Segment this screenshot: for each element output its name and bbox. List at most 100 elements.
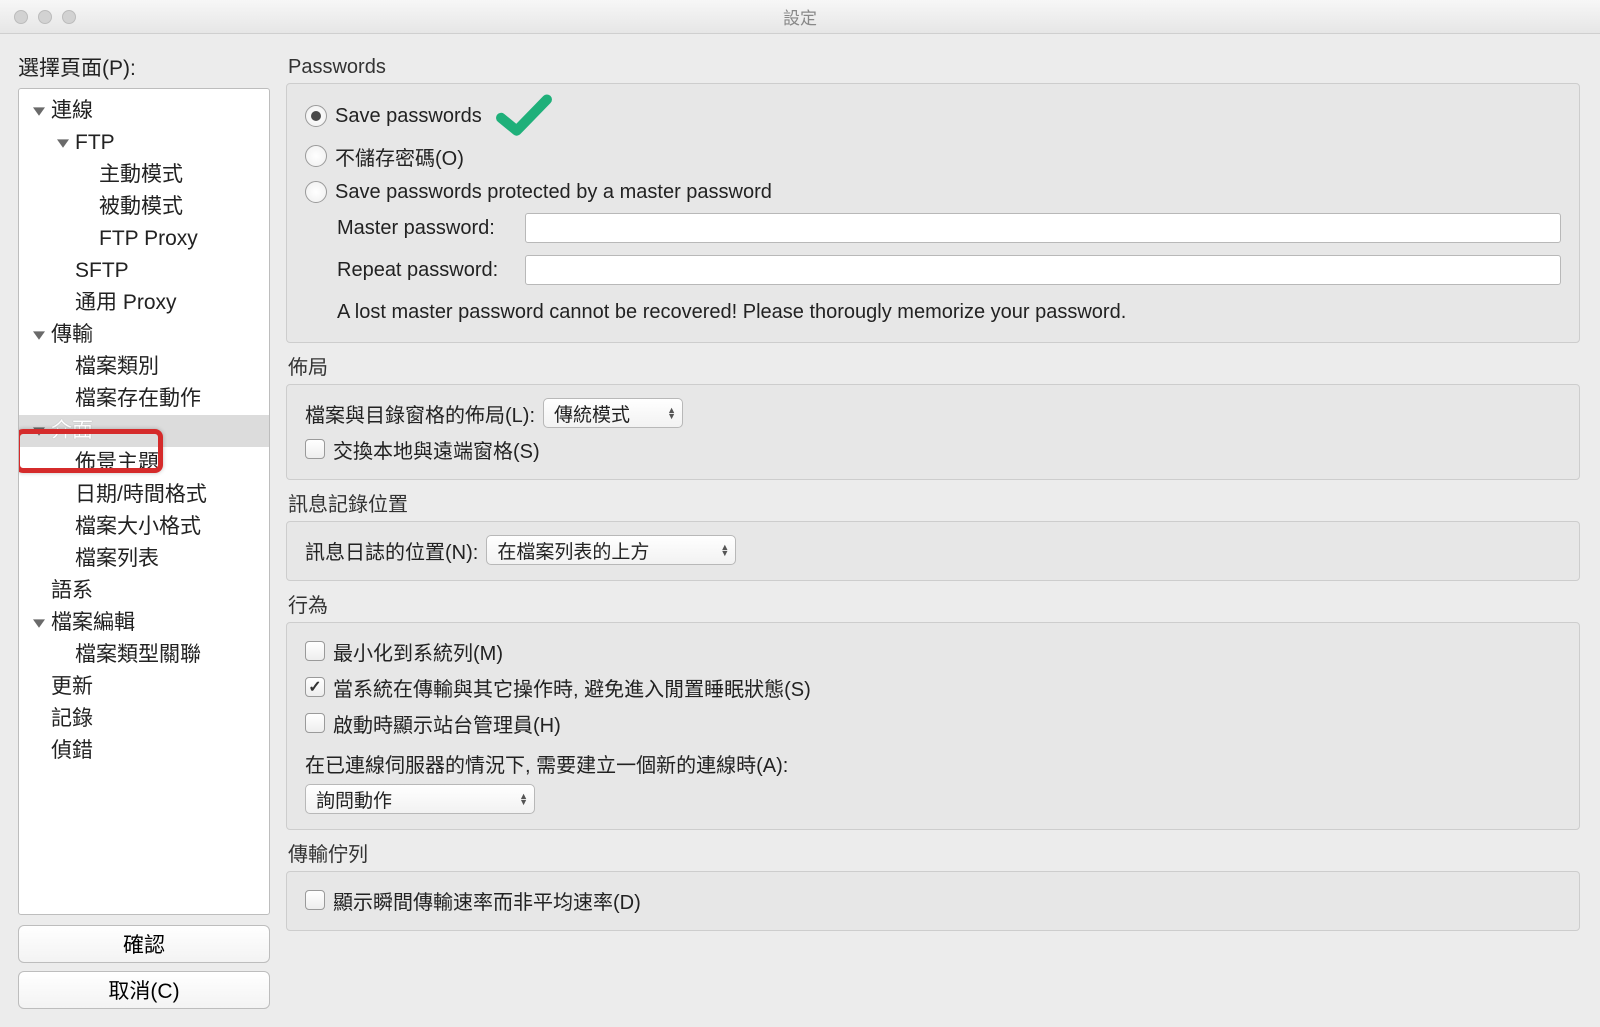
master-password-row: Master password: <box>305 210 1561 246</box>
group-behavior: 行為 最小化到系統列(M) 當系統在傳輸與其它操作時, 避免進入閒置睡眠狀態(S… <box>286 589 1580 830</box>
tree-label: 檔案類型關聯 <box>75 638 201 672</box>
tree-label: 記錄 <box>51 702 93 736</box>
select-value: 在檔案列表的上方 <box>497 537 649 564</box>
master-password-input[interactable] <box>525 213 1561 243</box>
titlebar: 設定 <box>0 0 1600 34</box>
disclosure-icon[interactable] <box>31 327 47 343</box>
page-tree[interactable]: 連線 FTP 主動模式 被動模式 FTP Proxy SFTP 通用 Proxy… <box>18 88 270 915</box>
checkbox-icon[interactable] <box>305 439 325 459</box>
new-connection-action-select[interactable]: 詢問動作 ▲▼ <box>305 784 535 814</box>
checkbox-icon[interactable] <box>305 713 325 733</box>
checkmark-icon <box>496 94 552 138</box>
tree-item-language[interactable]: 語系 <box>19 575 269 607</box>
tree-item-file-assoc[interactable]: 檔案類型關聯 <box>19 639 269 671</box>
tree-label: 佈景主題 <box>75 446 159 480</box>
disclosure-icon[interactable] <box>31 615 47 631</box>
momentary-speed-checkbox[interactable]: 顯示瞬間傳輸速率而非平均速率(D) <box>305 882 1561 918</box>
checkbox-icon[interactable] <box>305 641 325 661</box>
tree-label: 檔案類別 <box>75 350 159 384</box>
tree-label: 連線 <box>51 94 93 128</box>
radio-icon[interactable] <box>305 145 327 167</box>
checkbox-label: 啟動時顯示站台管理員(H) <box>333 709 561 738</box>
repeat-password-row: Repeat password: <box>305 252 1561 288</box>
radio-label: Save passwords <box>335 105 482 128</box>
tree-item-sftp[interactable]: SFTP <box>19 255 269 287</box>
radio-save-passwords[interactable]: Save passwords <box>305 94 1561 138</box>
radio-label: 不儲存密碼(O) <box>335 142 464 171</box>
prevent-sleep-checkbox[interactable]: 當系統在傳輸與其它操作時, 避免進入閒置睡眠狀態(S) <box>305 669 1561 705</box>
group-transfer-queue: 傳輸佇列 顯示瞬間傳輸速率而非平均速率(D) <box>286 838 1580 931</box>
show-sitemanager-checkbox[interactable]: 啟動時顯示站台管理員(H) <box>305 705 1561 741</box>
tree-label: 傳輸 <box>51 318 93 352</box>
updown-icon: ▲▼ <box>720 544 729 556</box>
disclosure-icon[interactable] <box>31 423 47 439</box>
tree-item-ftp[interactable]: FTP <box>19 127 269 159</box>
minimize-to-tray-checkbox[interactable]: 最小化到系統列(M) <box>305 633 1561 669</box>
checkbox-icon[interactable] <box>305 890 325 910</box>
swap-panes-checkbox[interactable]: 交換本地與遠端窗格(S) <box>305 431 1561 467</box>
radio-master-password[interactable]: Save passwords protected by a master pas… <box>305 174 1561 210</box>
message-log-position-select[interactable]: 在檔案列表的上方 ▲▼ <box>486 535 736 565</box>
group-title: 傳輸佇列 <box>288 838 1580 867</box>
radio-label: Save passwords protected by a master pas… <box>335 181 772 204</box>
radio-icon[interactable] <box>305 181 327 203</box>
tree-label: 語系 <box>51 574 93 608</box>
sidebar: 選擇頁面(P): 連線 FTP 主動模式 被動模式 FTP Proxy SFTP… <box>0 34 280 1027</box>
tree-item-file-editing[interactable]: 檔案編輯 <box>19 607 269 639</box>
updown-icon: ▲▼ <box>519 793 528 805</box>
tree-item-filesize[interactable]: 檔案大小格式 <box>19 511 269 543</box>
tree-item-connection[interactable]: 連線 <box>19 95 269 127</box>
tree-item-themes[interactable]: 佈景主題 <box>19 447 269 479</box>
tree-item-file-types[interactable]: 檔案類別 <box>19 351 269 383</box>
settings-panel: Passwords Save passwords 不儲存密碼(O) Save p… <box>280 34 1600 1027</box>
tree-item-debug[interactable]: 偵錯 <box>19 735 269 767</box>
pane-layout-select[interactable]: 傳統模式 ▲▼ <box>543 398 683 428</box>
tree-item-update[interactable]: 更新 <box>19 671 269 703</box>
tree-label: 檔案存在動作 <box>75 382 201 416</box>
tree-label: 日期/時間格式 <box>75 478 207 512</box>
field-label: 檔案與目錄窗格的佈局(L): <box>305 399 535 428</box>
tree-label: 檔案編輯 <box>51 606 135 640</box>
repeat-password-input[interactable] <box>525 255 1561 285</box>
disclosure-icon[interactable] <box>31 103 47 119</box>
tree-item-generic-proxy[interactable]: 通用 Proxy <box>19 287 269 319</box>
tree-label: 偵錯 <box>51 734 93 768</box>
group-message-log: 訊息記錄位置 訊息日誌的位置(N): 在檔案列表的上方 ▲▼ <box>286 488 1580 581</box>
field-label: Master password: <box>337 217 517 240</box>
radio-dont-save-passwords[interactable]: 不儲存密碼(O) <box>305 138 1561 174</box>
group-passwords: Passwords Save passwords 不儲存密碼(O) Save p… <box>286 56 1580 343</box>
tree-item-file-exists[interactable]: 檔案存在動作 <box>19 383 269 415</box>
warning-text: A lost master password cannot be recover… <box>337 301 1126 324</box>
tree-label: SFTP <box>75 254 129 288</box>
tree-item-logging[interactable]: 記錄 <box>19 703 269 735</box>
group-layout: 佈局 檔案與目錄窗格的佈局(L): 傳統模式 ▲▼ 交換本地與遠端窗格(S) <box>286 351 1580 480</box>
group-title: Passwords <box>288 56 1580 79</box>
disclosure-icon[interactable] <box>55 135 71 151</box>
ok-button[interactable]: 確認 <box>18 925 270 963</box>
radio-icon[interactable] <box>305 105 327 127</box>
tree-label: 通用 Proxy <box>75 286 177 320</box>
field-label: 訊息日誌的位置(N): <box>305 536 478 565</box>
select-value: 傳統模式 <box>554 400 630 427</box>
sidebar-label: 選擇頁面(P): <box>18 52 270 82</box>
tree-label: 檔案列表 <box>75 542 159 576</box>
tree-item-transfer[interactable]: 傳輸 <box>19 319 269 351</box>
tree-item-passive-mode[interactable]: 被動模式 <box>19 191 269 223</box>
tree-item-interface[interactable]: 介面 <box>19 415 269 447</box>
tree-item-datetime[interactable]: 日期/時間格式 <box>19 479 269 511</box>
select-value: 詢問動作 <box>316 786 392 813</box>
tree-item-filelist[interactable]: 檔案列表 <box>19 543 269 575</box>
tree-item-ftp-proxy[interactable]: FTP Proxy <box>19 223 269 255</box>
cancel-button[interactable]: 取消(C) <box>18 971 270 1009</box>
group-title: 行為 <box>288 589 1580 618</box>
updown-icon: ▲▼ <box>667 407 676 419</box>
group-title: 訊息記錄位置 <box>288 488 1580 517</box>
tree-item-active-mode[interactable]: 主動模式 <box>19 159 269 191</box>
tree-label: 檔案大小格式 <box>75 510 201 544</box>
checkbox-icon[interactable] <box>305 677 325 697</box>
checkbox-label: 最小化到系統列(M) <box>333 637 503 666</box>
group-title: 佈局 <box>288 351 1580 380</box>
checkbox-label: 交換本地與遠端窗格(S) <box>333 435 540 464</box>
field-label: 在已連線伺服器的情況下, 需要建立一個新的連線時(A): <box>305 749 788 778</box>
checkbox-label: 顯示瞬間傳輸速率而非平均速率(D) <box>333 886 641 915</box>
